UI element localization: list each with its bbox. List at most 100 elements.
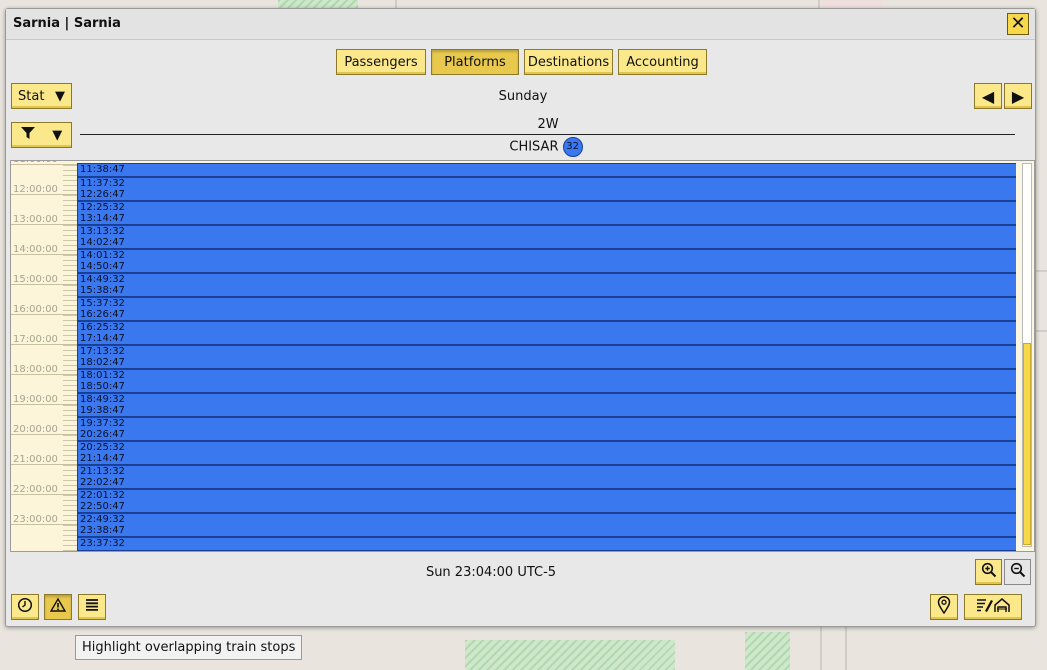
hour-column: 11:00:00 12:00:00 13:00:00 14:00:00 15:00:00…	[11, 161, 77, 551]
departure-time: 15:38:47	[80, 285, 125, 296]
platform-divider	[80, 134, 1015, 135]
filter-icon	[20, 126, 35, 144]
departure-time: 16:26:47	[80, 309, 125, 320]
location-pin-icon	[937, 596, 951, 618]
map-park	[278, 0, 358, 8]
hour-label: 17:00:00	[13, 334, 58, 345]
platform-station-header: CHISAR 32	[486, 137, 606, 157]
train-stop-block[interactable]: 19:37:32 20:26:47	[77, 417, 1016, 441]
platform-timetable[interactable]: 11:00:00 12:00:00 13:00:00 14:00:00 15:00:00…	[10, 160, 1035, 552]
tab-accounting[interactable]: Accounting	[618, 49, 707, 75]
hour-label: 14:00:00	[13, 244, 58, 255]
departure-time: 12:26:47	[80, 189, 125, 200]
dropdown-arrow-icon: ▼	[52, 127, 63, 143]
departure-time: 20:26:47	[80, 429, 125, 440]
map-park	[465, 640, 675, 670]
departure-time: 19:38:47	[80, 405, 125, 416]
arrival-time: 12:25:32	[80, 202, 125, 213]
hour-label: 19:00:00	[13, 394, 58, 405]
arrival-time: 14:49:32	[80, 274, 125, 285]
departure-time: 13:14:47	[80, 213, 125, 224]
arrow-right-icon: ▶	[1011, 86, 1025, 106]
timetable-scroll-thumb[interactable]	[1023, 343, 1031, 545]
train-stop-block[interactable]: 15:37:32 16:26:47	[77, 297, 1016, 321]
station-window: Sarnia | Sarnia ✕ Passengers Platforms D…	[5, 8, 1036, 627]
departure-time: 14:02:47	[80, 237, 125, 248]
train-stop-block[interactable]: 14:49:32 15:38:47	[77, 273, 1016, 297]
tab-label: Passengers	[344, 54, 418, 70]
warning-icon	[49, 597, 67, 617]
window-title: Sarnia | Sarnia	[13, 16, 121, 31]
departure-time: 17:14:47	[80, 333, 125, 344]
zoom-out-button[interactable]	[1004, 559, 1031, 585]
train-stop-block[interactable]: 14:01:32 14:50:47	[77, 249, 1016, 273]
departure-time: 18:02:47	[80, 357, 125, 368]
train-stop-block[interactable]: 18:49:32 19:38:47	[77, 393, 1016, 417]
tab-passengers[interactable]: Passengers	[336, 49, 426, 75]
arrival-time: 16:25:32	[80, 322, 125, 333]
tab-destinations[interactable]: Destinations	[524, 49, 613, 75]
tab-label: Accounting	[626, 54, 699, 70]
close-button[interactable]: ✕	[1007, 13, 1029, 35]
departure-time: 22:02:47	[80, 477, 125, 488]
close-icon: ✕	[1010, 13, 1026, 34]
train-stop-block[interactable]: 20:25:32 21:14:47	[77, 441, 1016, 465]
arrival-time: 23:37:32	[80, 538, 125, 549]
list-button[interactable]	[78, 594, 106, 620]
tab-label: Platforms	[444, 54, 506, 70]
stop-count-badge: 32	[562, 137, 583, 157]
locate-button[interactable]	[930, 594, 958, 620]
stat-dropdown[interactable]: Stat ▼	[11, 83, 72, 109]
previous-day-button[interactable]: ◀	[974, 83, 1002, 109]
hour-label: 15:00:00	[13, 274, 58, 285]
train-stop-block[interactable]: 13:13:32 14:02:47	[77, 225, 1016, 249]
filter-dropdown[interactable]: ▼	[11, 122, 72, 148]
station-name: CHISAR	[509, 139, 559, 155]
arrival-time: 22:01:32	[80, 490, 125, 501]
map-road	[845, 625, 847, 670]
hour-label: 13:00:00	[13, 214, 58, 225]
arrow-left-icon: ◀	[981, 86, 995, 106]
schedule-edit-button[interactable]	[964, 594, 1022, 620]
arrival-time: 22:49:32	[80, 514, 125, 525]
title-bar[interactable]: Sarnia | Sarnia ✕	[6, 9, 1035, 40]
hour-label: 21:00:00	[13, 454, 58, 465]
next-day-button[interactable]: ▶	[1004, 83, 1032, 109]
clock-button[interactable]	[11, 594, 39, 620]
dropdown-arrow-icon: ▼	[55, 88, 65, 104]
train-stop-block[interactable]: 17:13:32 18:02:47	[77, 345, 1016, 369]
clock-label: Sun 23:04:00 UTC-5	[425, 565, 557, 580]
train-stop-block[interactable]: 22:49:32 23:38:47	[77, 513, 1016, 537]
arrival-time: 11:38:47	[80, 164, 125, 175]
train-stop-block[interactable]: 18:01:32 18:50:47	[77, 369, 1016, 393]
zoom-out-icon	[1010, 562, 1026, 582]
zoom-in-button[interactable]	[975, 559, 1002, 585]
hour-label: 12:00:00	[13, 184, 58, 195]
departure-time: 21:14:47	[80, 453, 125, 464]
arrival-time: 20:25:32	[80, 442, 125, 453]
train-stop-block[interactable]: 23:37:32	[77, 537, 1016, 551]
train-stop-block[interactable]: 16:25:32 17:14:47	[77, 321, 1016, 345]
arrival-time: 19:37:32	[80, 418, 125, 429]
day-label: Sunday	[498, 89, 548, 104]
map-road	[395, 0, 397, 8]
schedule-edit-icon	[976, 597, 1010, 617]
platform-name: 2W	[537, 117, 559, 132]
list-icon	[84, 597, 100, 617]
tab-platforms[interactable]: Platforms	[431, 49, 519, 75]
train-stop-block[interactable]: 22:01:32 22:50:47	[77, 489, 1016, 513]
train-stop-block[interactable]: 21:13:32 22:02:47	[77, 465, 1016, 489]
train-stop-block[interactable]: 11:37:32 12:26:47	[77, 177, 1016, 201]
zoom-in-icon	[981, 562, 997, 582]
arrival-time: 21:13:32	[80, 466, 125, 477]
arrival-time: 14:01:32	[80, 250, 125, 261]
train-stop-block[interactable]: 11:38:47	[77, 163, 1016, 177]
departure-time: 23:38:47	[80, 525, 125, 536]
minute-ticks	[63, 161, 77, 551]
arrival-time: 13:13:32	[80, 226, 125, 237]
map-road	[820, 625, 822, 670]
train-stop-block[interactable]: 12:25:32 13:14:47	[77, 201, 1016, 225]
highlight-overlaps-button[interactable]	[44, 594, 72, 620]
arrival-time: 11:37:32	[80, 178, 125, 189]
map-area	[822, 0, 882, 8]
